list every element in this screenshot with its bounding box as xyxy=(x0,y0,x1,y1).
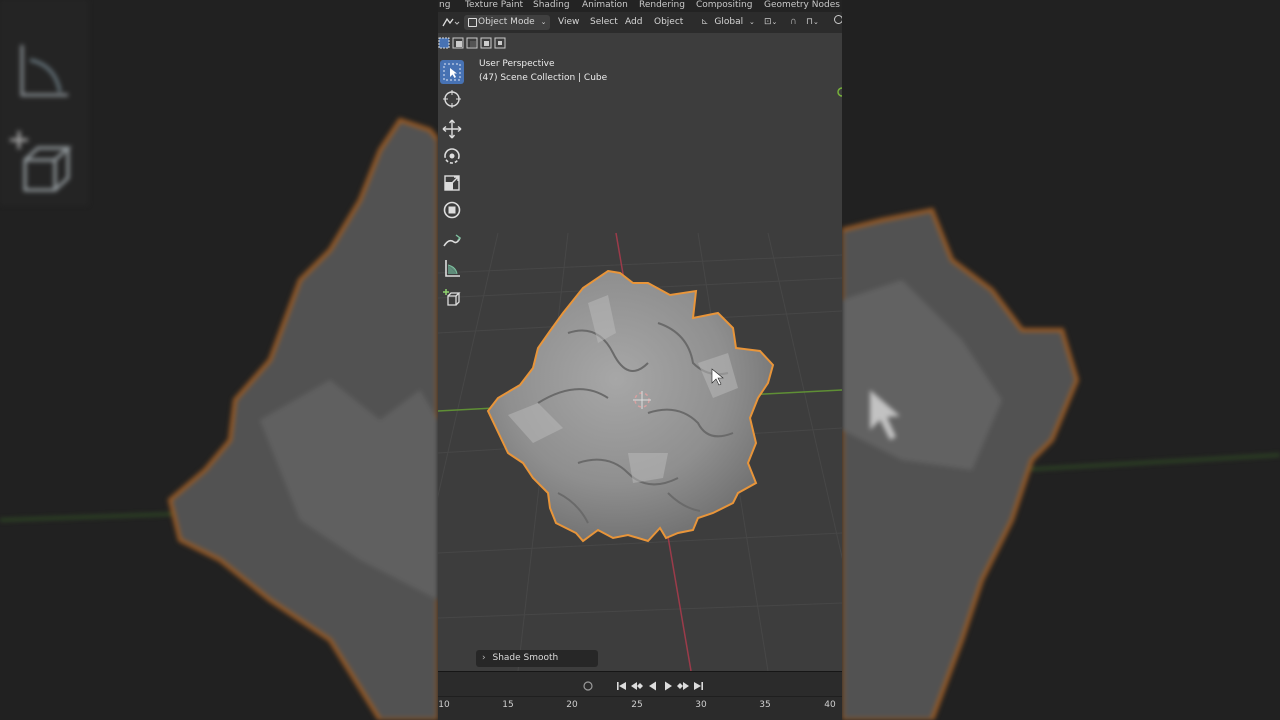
menu-view[interactable]: View xyxy=(558,15,579,30)
measure-icon xyxy=(445,260,460,277)
tool-select-box[interactable] xyxy=(440,60,464,84)
workspace-tab-bar: ng Texture Paint Shading Animation Rende… xyxy=(438,0,842,12)
collection-info-label: (47) Scene Collection | Cube xyxy=(479,73,608,83)
tool-annotate[interactable] xyxy=(440,229,464,253)
select-box-icon xyxy=(443,63,461,81)
tab-texture-paint[interactable]: Texture Paint xyxy=(465,0,523,12)
move-icon xyxy=(442,119,462,139)
tab-rendering[interactable]: Rendering xyxy=(639,0,685,12)
tab-shading[interactable]: Shading xyxy=(533,0,570,12)
add-cube-icon xyxy=(443,289,461,306)
jump-keyframe-forward-icon[interactable] xyxy=(676,678,690,692)
last-operator-panel[interactable]: › Shade Smooth xyxy=(476,650,598,667)
background-blur-left xyxy=(0,0,438,720)
menu-add[interactable]: Add xyxy=(625,15,642,30)
snap-target-icon: ⊓ xyxy=(806,17,814,27)
menu-object[interactable]: Object xyxy=(654,15,683,30)
jump-start-icon[interactable] xyxy=(615,678,629,692)
rotate-icon xyxy=(444,148,460,164)
tool-scale[interactable] xyxy=(440,171,464,195)
chevron-right-icon: › xyxy=(482,653,486,663)
transform-icon xyxy=(443,201,461,219)
frame-label: 25 xyxy=(631,700,643,710)
play-reverse-icon[interactable] xyxy=(646,678,660,692)
operator-label: Shade Smooth xyxy=(492,653,559,663)
jump-keyframe-back-icon[interactable] xyxy=(630,678,644,692)
3d-viewport[interactable] xyxy=(438,33,842,672)
editor-type-icon xyxy=(442,17,460,27)
frame-label: 10 xyxy=(438,700,450,710)
selection-mode-row xyxy=(438,35,510,51)
tab-sculpting[interactable]: ng xyxy=(439,0,450,12)
view-name-label: User Perspective xyxy=(479,59,555,69)
tool-move[interactable] xyxy=(440,117,464,141)
keyframe-toggle-icon[interactable] xyxy=(581,678,595,692)
transform-orientation-dropdown[interactable]: ⊾ Global ⌄ xyxy=(701,15,755,30)
background-blur-right xyxy=(842,0,1280,720)
jump-end-icon[interactable] xyxy=(691,678,705,692)
snap-icon: ∩ xyxy=(790,17,797,27)
menu-select[interactable]: Select xyxy=(590,15,618,30)
chevron-down-icon: ⌄ xyxy=(749,18,755,26)
chevron-down-icon: ⌄ xyxy=(540,18,547,26)
object-mode-dropdown[interactable]: Object Mode ⌄ xyxy=(464,15,551,30)
frame-label: 30 xyxy=(695,700,707,710)
pivot-icon: ⊡ xyxy=(764,17,772,27)
tool-cursor[interactable] xyxy=(440,87,464,111)
tab-compositing[interactable]: Compositing xyxy=(696,0,752,12)
cursor-icon xyxy=(443,90,461,108)
tool-transform[interactable] xyxy=(440,198,464,222)
orientation-icon: ⊾ xyxy=(701,17,709,27)
object-mode-label: Object Mode xyxy=(478,17,535,27)
frame-label: 20 xyxy=(566,700,578,710)
proportional-edit-icon[interactable] xyxy=(834,15,842,30)
tab-animation[interactable]: Animation xyxy=(582,0,628,12)
frame-label: 40 xyxy=(824,700,836,710)
snap-toggle[interactable]: ∩ xyxy=(790,15,797,30)
tab-geometry-nodes[interactable]: Geometry Nodes xyxy=(764,0,840,12)
blender-window: ng Texture Paint Shading Animation Rende… xyxy=(438,0,842,720)
pivot-point-button[interactable]: ⊡⌄ xyxy=(764,15,777,30)
orientation-label: Global xyxy=(714,17,744,27)
play-icon[interactable] xyxy=(661,678,675,692)
viewport-scene xyxy=(438,87,842,672)
scale-icon xyxy=(444,175,460,191)
tool-rotate[interactable] xyxy=(440,144,464,168)
snap-target-button[interactable]: ⊓⌄ xyxy=(806,15,819,30)
tool-measure[interactable] xyxy=(440,256,464,280)
gizmo-y-icon[interactable] xyxy=(837,87,842,97)
annotate-icon xyxy=(443,234,462,247)
editor-type-button[interactable] xyxy=(440,15,460,30)
object-mode-icon xyxy=(468,18,477,27)
tool-add-cube[interactable] xyxy=(440,286,464,310)
frame-label: 35 xyxy=(759,700,771,710)
frame-label: 15 xyxy=(502,700,514,710)
selection-mode-icons xyxy=(438,37,506,49)
timeline[interactable]: 10 15 20 25 30 35 40 xyxy=(438,671,842,720)
viewport-header: Object Mode ⌄ View Select Add Object ⊾ G… xyxy=(438,12,842,33)
